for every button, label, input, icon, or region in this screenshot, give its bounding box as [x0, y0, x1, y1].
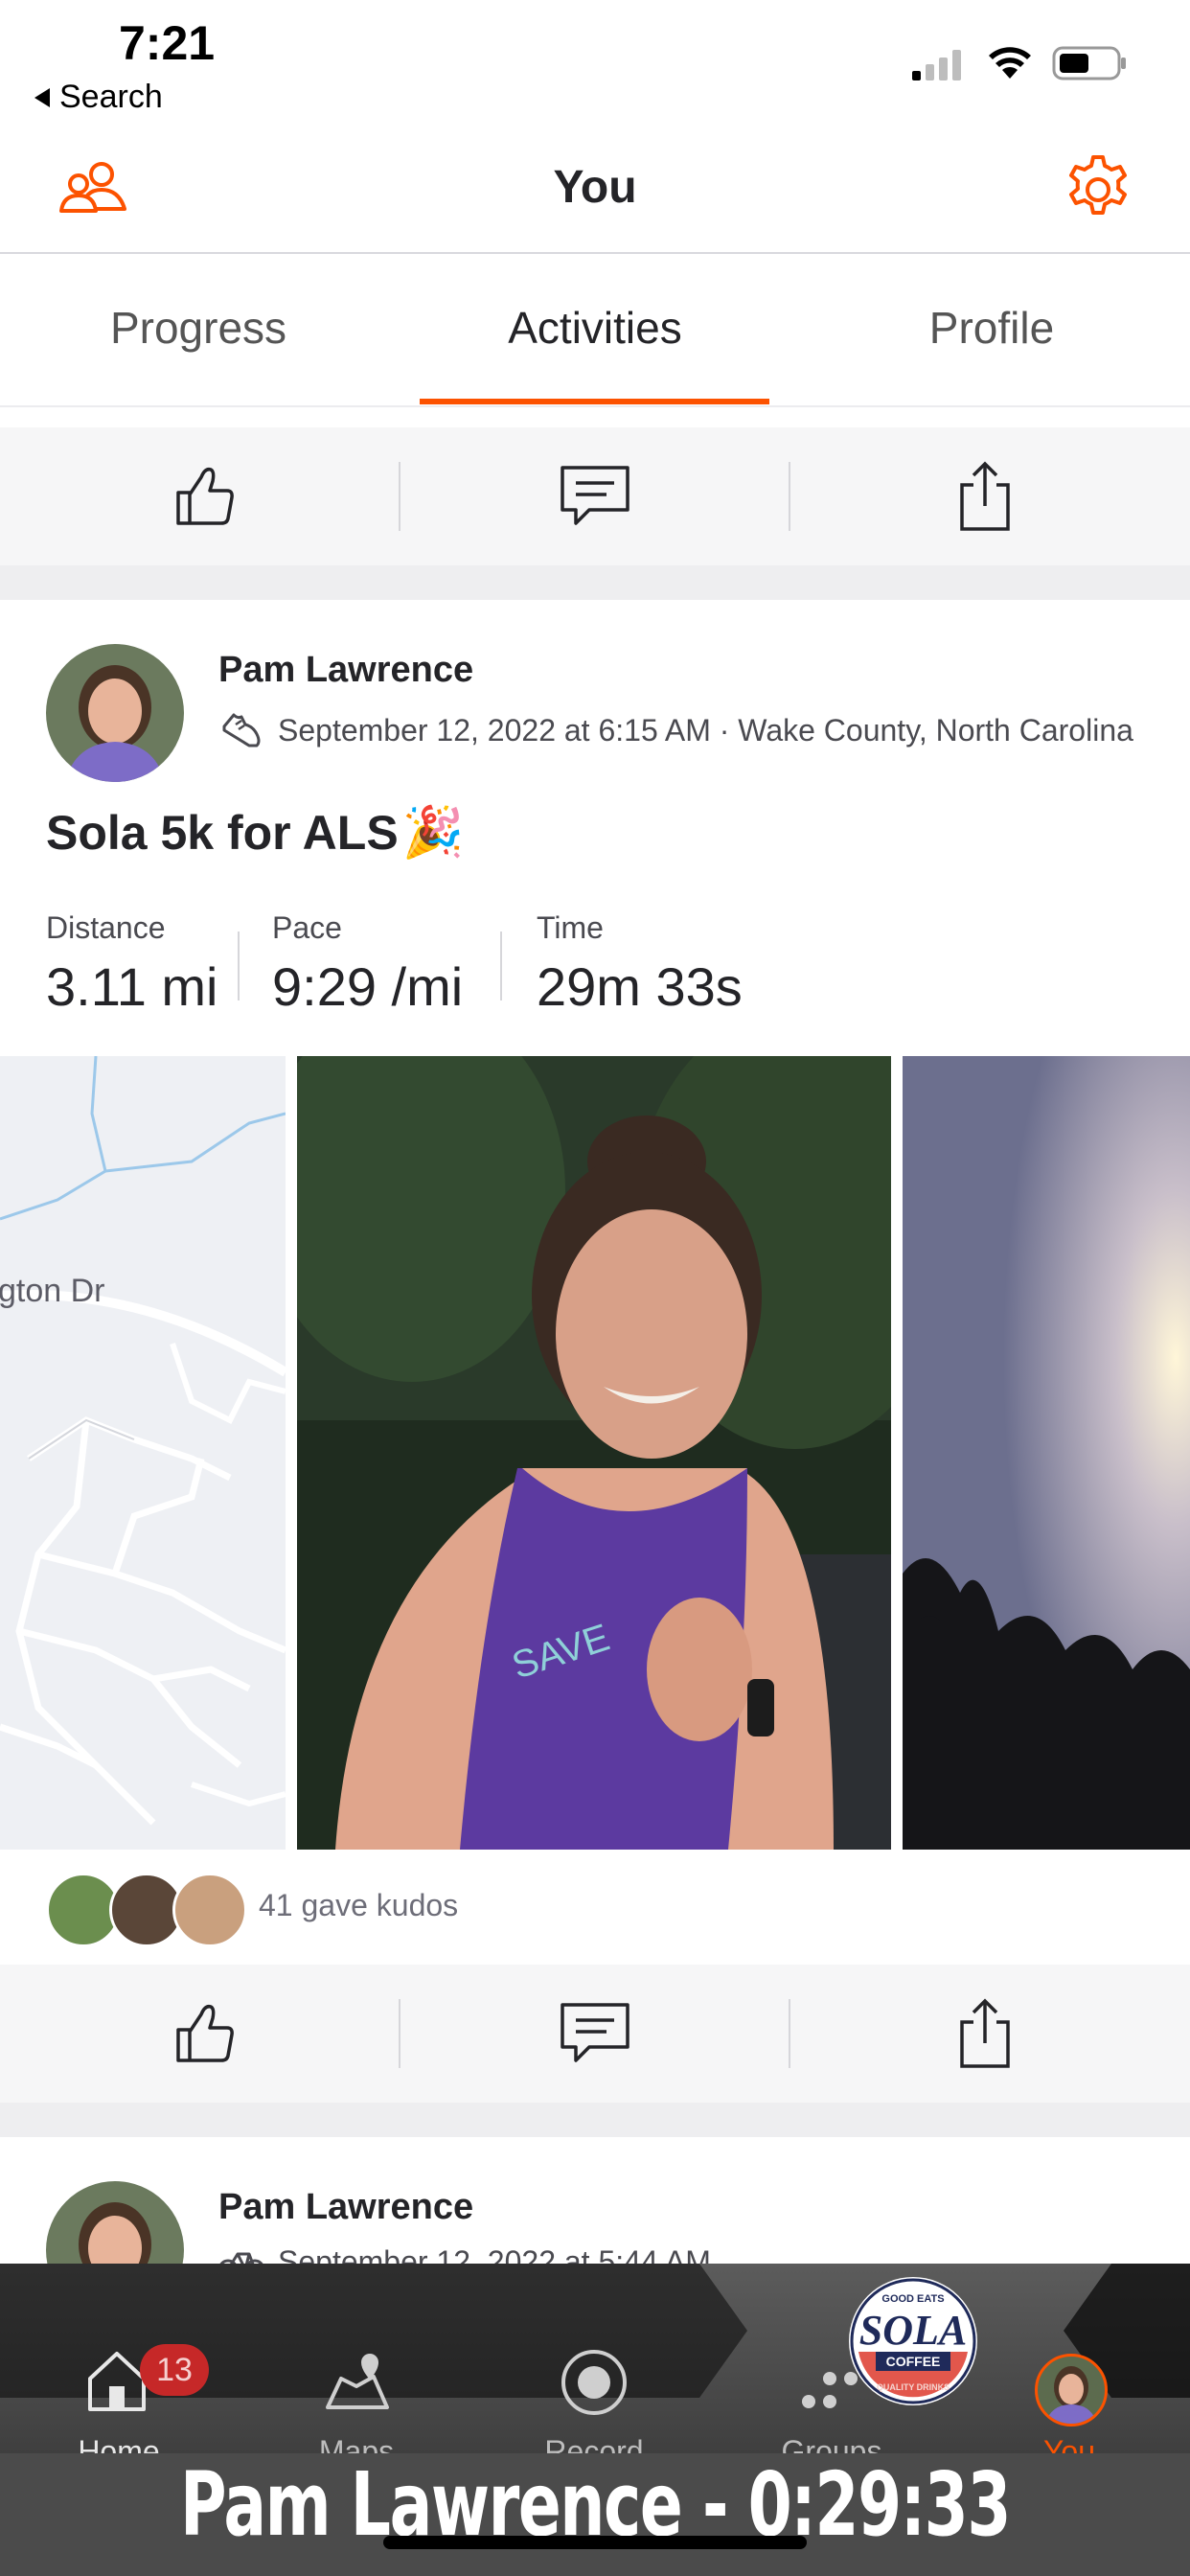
active-tab-indicator — [420, 399, 769, 404]
back-search-label: Search — [59, 79, 163, 115]
map-street-label: gton Dr — [0, 1273, 105, 1309]
card-separator — [0, 565, 1190, 600]
action-bar-previous — [0, 427, 1190, 565]
svg-text:QUALITY DRINKS: QUALITY DRINKS — [877, 2382, 950, 2392]
share-button[interactable] — [918, 447, 1052, 546]
athlete-name[interactable]: Pam Lawrence — [218, 2187, 473, 2228]
back-arrow-icon — [34, 87, 50, 107]
thumbs-up-icon — [176, 467, 234, 525]
stat-divider — [500, 932, 502, 1000]
stat-distance: Distance 3.11 mi — [46, 910, 238, 1018]
tab-activities[interactable]: Activities — [397, 302, 793, 354]
activity-date-location: September 12, 2022 at 6:15 AM · Wake Cou… — [278, 712, 1133, 748]
share-icon — [960, 1998, 1010, 2068]
activity-stats: Distance 3.11 mi Pace 9:29 /mi Time 29m … — [46, 910, 824, 1018]
kudos-avatar — [172, 1873, 247, 1947]
status-time: 7:21 — [119, 16, 216, 70]
activity-title[interactable]: Sola 5k for ALS 🎉 — [46, 803, 464, 862]
sponsor-logo: GOOD EATS SOLA COFFEE QUALITY DRINKS — [849, 2277, 977, 2405]
wifi-icon — [989, 47, 1031, 79]
stat-time: Time 29m 33s — [537, 910, 824, 1018]
stat-pace: Pace 9:29 /mi — [272, 910, 500, 1018]
activity-route-map[interactable]: gton Dr — [0, 1056, 286, 1850]
activity-photo-sky[interactable] — [903, 1056, 1190, 1850]
sola-coffee-logo: GOOD EATS SOLA COFFEE QUALITY DRINKS — [850, 2278, 976, 2404]
home-indicator[interactable] — [383, 2536, 807, 2549]
page-title: You — [553, 162, 637, 213]
svg-text:GOOD EATS: GOOD EATS — [881, 2293, 944, 2305]
stat-distance-label: Distance — [46, 910, 166, 945]
card-separator — [0, 2103, 1190, 2137]
thumbs-up-icon — [176, 2004, 234, 2062]
nav-you-avatar[interactable] — [1035, 2354, 1108, 2426]
comment-button[interactable] — [528, 1984, 662, 2083]
battery-icon — [1052, 46, 1126, 80]
settings-gear-icon[interactable] — [1062, 153, 1134, 226]
stat-time-value: 29m 33s — [537, 956, 743, 1017]
cellular-signal-icon — [912, 50, 961, 80]
activity-photo-selfie[interactable]: SAVE — [297, 1056, 891, 1850]
nav-home[interactable] — [84, 2348, 149, 2418]
svg-text:SOLA: SOLA — [859, 2307, 967, 2354]
activity-title-text: Sola 5k for ALS — [46, 805, 399, 860]
comment-icon — [561, 466, 629, 525]
back-to-search-link[interactable]: Search — [34, 79, 163, 116]
stat-divider — [238, 932, 240, 1000]
nav-maps[interactable] — [324, 2350, 391, 2420]
svg-text:COFFEE: COFFEE — [886, 2354, 941, 2369]
nav-record[interactable] — [560, 2348, 629, 2422]
share-icon — [960, 461, 1010, 531]
tab-profile[interactable]: Profile — [793, 302, 1190, 354]
activity-meta: September 12, 2022 at 6:15 AM · Wake Cou… — [218, 707, 1133, 753]
tab-progress[interactable]: Progress — [0, 302, 397, 354]
comment-icon — [561, 2003, 629, 2062]
stat-distance-value: 3.11 mi — [46, 956, 218, 1017]
stat-pace-value: 9:29 /mi — [272, 956, 464, 1017]
stat-pace-label: Pace — [272, 910, 342, 945]
kudos-avatars[interactable] — [46, 1873, 247, 1947]
kudos-button[interactable] — [140, 447, 274, 546]
tabs-divider — [0, 405, 1190, 407]
athlete-name[interactable]: Pam Lawrence — [218, 650, 473, 691]
record-icon — [561, 2350, 627, 2415]
kudos-count[interactable]: 41 gave kudos — [259, 1888, 458, 1923]
header-divider — [0, 252, 1190, 254]
comment-button[interactable] — [528, 447, 662, 546]
stat-time-label: Time — [537, 910, 604, 945]
home-icon — [88, 2352, 146, 2411]
notification-badge: 13 — [140, 2344, 209, 2396]
party-popper-emoji: 🎉 — [401, 805, 465, 861]
share-button[interactable] — [918, 1984, 1052, 2083]
action-bar-activity — [0, 1965, 1190, 2103]
maps-icon — [326, 2354, 389, 2409]
athlete-avatar[interactable] — [46, 644, 184, 782]
kudos-button[interactable] — [140, 1984, 274, 2083]
run-shoe-icon — [222, 713, 261, 748]
